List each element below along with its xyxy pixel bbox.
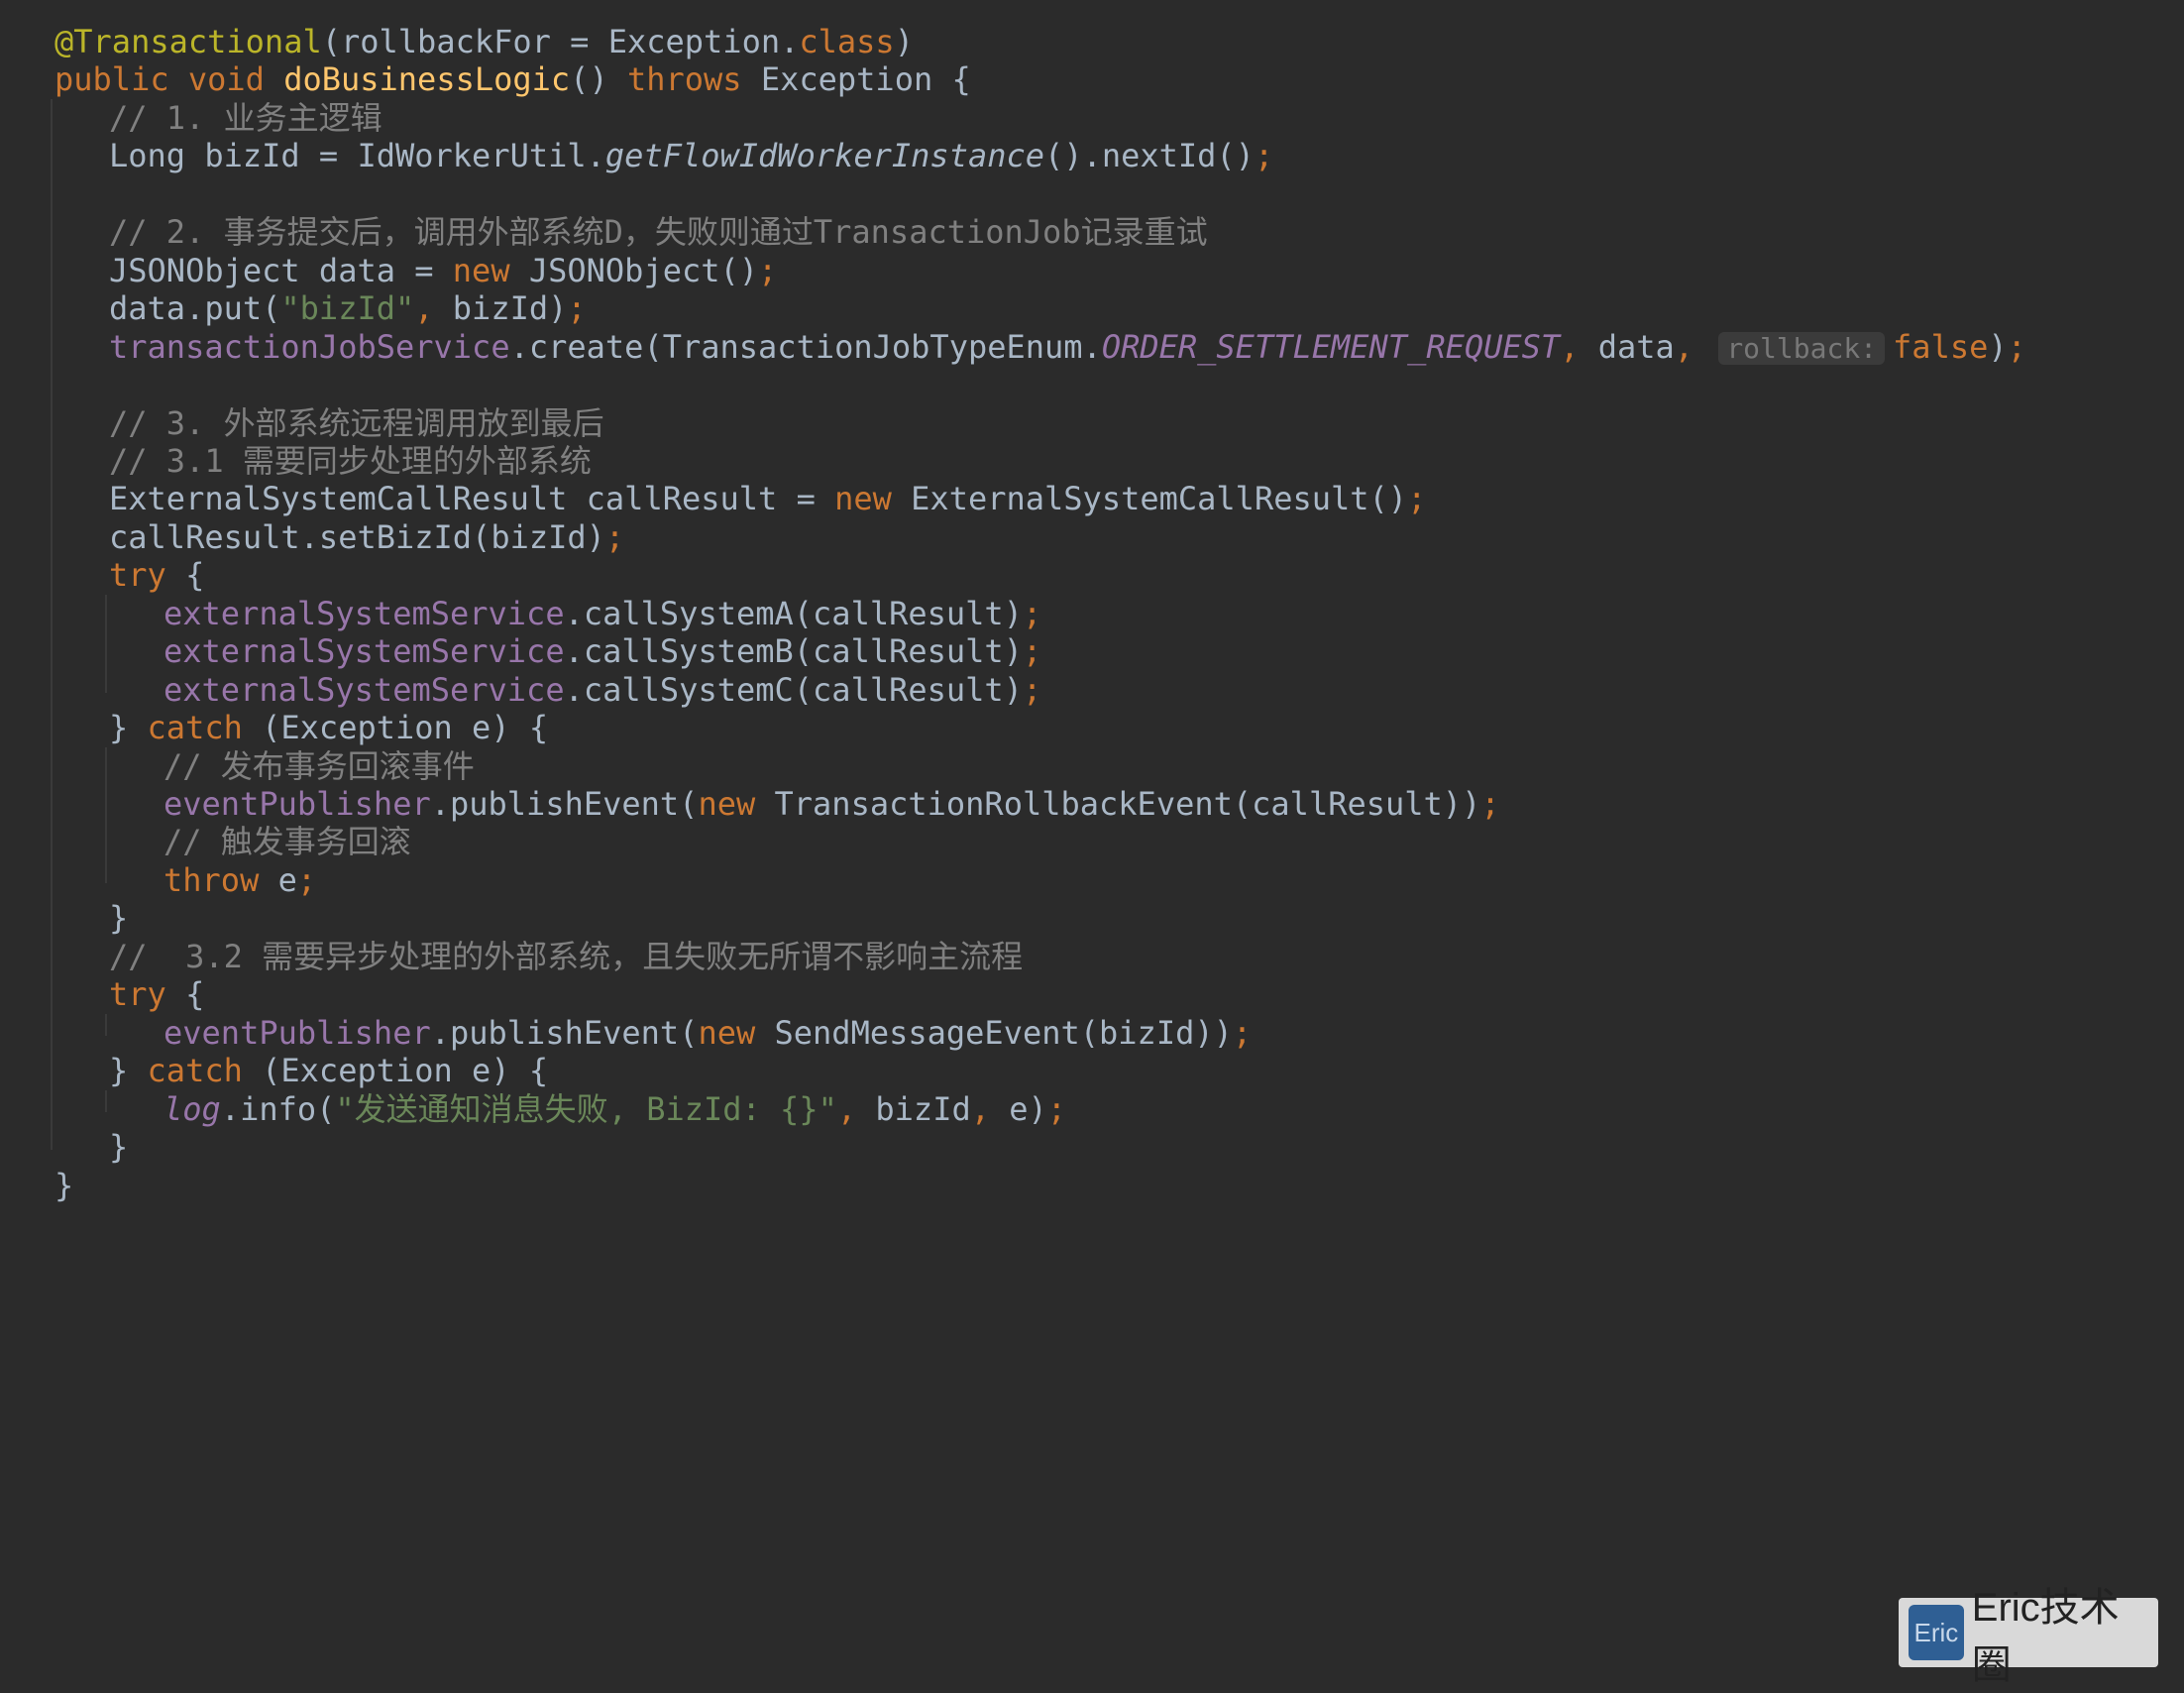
code-token: bizId — [875, 1089, 971, 1128]
code-token: TransactionRollbackEvent(callResult)) — [774, 785, 1481, 823]
code-token: } — [55, 1166, 74, 1204]
parameter-hint: rollback: — [1718, 331, 1886, 365]
code-token: Long bizId = IdWorkerUtil. — [109, 137, 605, 175]
code-line: } — [55, 1159, 73, 1212]
code-token: .create(TransactionJobTypeEnum. — [509, 327, 1102, 366]
code-token: ; — [1232, 1013, 1253, 1052]
code-token: ; — [296, 860, 317, 899]
code-token: , — [836, 1089, 876, 1128]
code-token: throw — [164, 860, 278, 899]
code-line: // 3.2 需要异步处理的外部系统，且失败无所谓不影响主流程 — [109, 930, 1023, 983]
watermark-label: Eric技术圈 — [1971, 1586, 2120, 1687]
code-token: .info( — [220, 1089, 336, 1128]
code-token: ; — [1046, 1089, 1067, 1128]
code-token: ; — [1022, 670, 1042, 709]
indent-guide — [105, 594, 107, 694]
code-token: "发送通知消息失败, BizId: {}" — [335, 1089, 837, 1128]
code-token: , — [1674, 327, 1713, 366]
code-token: ExternalSystemCallResult() — [911, 480, 1408, 518]
code-token: ORDER_SETTLEMENT_REQUEST — [1101, 327, 1561, 366]
code-line: log.info("发送通知消息失败, BizId: {}", bizId, e… — [164, 1082, 1066, 1136]
code-token: ; — [758, 251, 778, 289]
code-token: e — [277, 860, 297, 899]
code-token: throws — [626, 60, 761, 99]
code-line: } — [109, 1120, 128, 1174]
code-token: new — [698, 1013, 775, 1052]
code-token: } — [109, 1128, 129, 1167]
watermark-logo: Eric — [1909, 1605, 1964, 1660]
code-token: .publishEvent( — [430, 785, 699, 823]
code-line: transactionJobService.create(Transaction… — [109, 320, 2026, 374]
code-token: false — [1893, 327, 1989, 366]
code-token: log — [164, 1089, 221, 1128]
code-token: , — [1560, 327, 1598, 366]
code-line: throw e; — [164, 853, 316, 907]
code-token: e) — [1009, 1089, 1047, 1128]
code-token: ().nextId() — [1044, 137, 1255, 175]
code-token: // 3.2 需要异步处理的外部系统，且失败无所谓不影响主流程 — [109, 937, 1024, 975]
code-token: ; — [604, 517, 625, 556]
code-token: ; — [2007, 327, 2026, 366]
watermark: Eric Eric技术圈 — [1899, 1586, 2158, 1687]
code-token: transactionJobService — [109, 327, 510, 366]
code-token: , — [970, 1089, 1010, 1128]
code-token: .callSystemC(callResult) — [564, 670, 1023, 709]
code-token: ; — [1480, 785, 1500, 823]
code-line: Long bizId = IdWorkerUtil.getFlowIdWorke… — [109, 129, 1273, 182]
code-token: ; — [1407, 480, 1427, 518]
indent-guide — [105, 1089, 107, 1113]
code-token: getFlowIdWorkerInstance — [604, 137, 1045, 175]
code-token: new — [698, 785, 775, 823]
code-token: data — [1597, 327, 1675, 366]
indent-guide — [51, 98, 53, 1151]
code-token: Exception { — [760, 60, 971, 99]
code-token: new — [834, 480, 912, 518]
code-token: ; — [1254, 137, 1274, 175]
code-token: } — [109, 709, 148, 747]
code-token: } — [109, 1052, 148, 1090]
code-token: () — [570, 60, 627, 99]
code-token: SendMessageEvent(bizId)) — [774, 1013, 1233, 1052]
indent-guide — [105, 1013, 107, 1037]
code-editor[interactable]: @Transactional(rollbackFor = Exception.c… — [0, 0, 2184, 1693]
code-token: ) — [1988, 327, 2008, 366]
indent-guide — [105, 746, 107, 884]
